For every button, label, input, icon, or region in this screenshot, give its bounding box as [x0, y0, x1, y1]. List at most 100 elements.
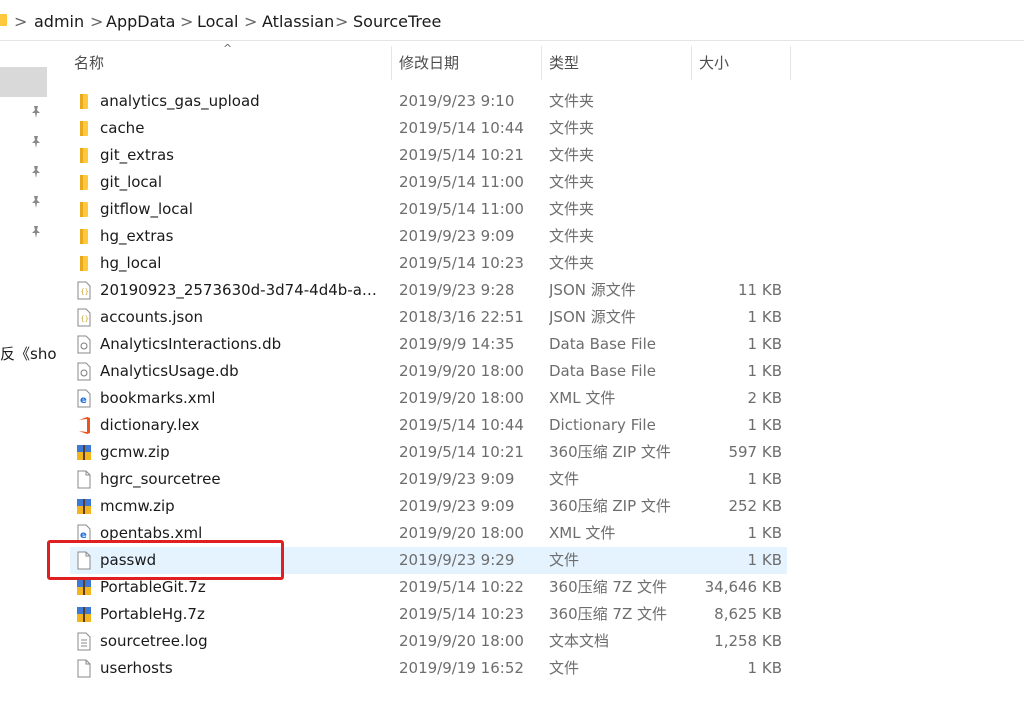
file-row[interactable]: userhosts 2019/9/19 16:52 文件 1 KB — [70, 655, 787, 682]
file-row[interactable]: analytics_gas_upload 2019/9/23 9:10 文件夹 — [70, 88, 787, 115]
pin-icon[interactable] — [30, 105, 42, 119]
file-row[interactable]: cache 2019/5/14 10:44 文件夹 — [70, 115, 787, 142]
breadcrumb-atlassian[interactable]: Atlassian — [262, 12, 334, 31]
file-row[interactable]: dictionary.lex 2019/5/14 10:44 Dictionary … — [70, 412, 787, 439]
pin-icon[interactable] — [30, 135, 42, 149]
file-type: JSON 源文件 — [549, 308, 636, 326]
file-name[interactable]: PortableHg.7z — [100, 601, 385, 628]
file-size — [691, 223, 782, 250]
folder-icon — [0, 14, 7, 26]
file-row[interactable]: {} accounts.json 2018/3/16 22:51 JSON 源文件 1 … — [70, 304, 787, 331]
file-type: 360压缩 7Z 文件 — [549, 578, 667, 596]
breadcrumb-admin[interactable]: admin — [34, 12, 84, 31]
breadcrumb-appdata[interactable]: AppData — [106, 12, 175, 31]
column-header-type[interactable]: 类型 — [549, 46, 579, 80]
file-row[interactable]: hgrc_sourcetree 2019/9/23 9:09 文件 1 KB — [70, 466, 787, 493]
breadcrumb-sourcetree[interactable]: SourceTree — [353, 12, 441, 31]
file-size: 11 KB — [738, 281, 782, 299]
file-row[interactable]: git_extras 2019/5/14 10:21 文件夹 — [70, 142, 787, 169]
breadcrumb-local[interactable]: Local — [197, 12, 238, 31]
file-date: 2019/5/14 10:23 — [399, 605, 524, 623]
file-row[interactable]: PortableHg.7z 2019/5/14 10:23 360压缩 7Z 文件 8… — [70, 601, 787, 628]
sort-ascending-icon: ^ — [223, 42, 233, 55]
file-row[interactable]: AnalyticsUsage.db 2019/9/20 18:00 Data Bas… — [70, 358, 787, 385]
file-type: 文件 — [549, 659, 580, 677]
file-name[interactable]: git_extras — [100, 142, 385, 169]
file-name[interactable]: sourcetree.log — [100, 628, 385, 655]
column-divider[interactable] — [391, 46, 392, 80]
column-header-size[interactable]: 大小 — [699, 46, 729, 80]
file-row[interactable]: git_local 2019/5/14 11:00 文件夹 — [70, 169, 787, 196]
file-row[interactable]: {} 20190923_2573630d-3d74-4d4b-a8... 2019/… — [70, 277, 787, 304]
file-name[interactable]: hgrc_sourcetree — [100, 466, 385, 493]
file-name[interactable]: accounts.json — [100, 304, 385, 331]
file-row[interactable]: AnalyticsInteractions.db 2019/9/9 14:35 Da… — [70, 331, 787, 358]
file-date: 2019/9/20 18:00 — [399, 524, 524, 542]
column-divider[interactable] — [541, 46, 542, 80]
file-name[interactable]: AnalyticsInteractions.db — [100, 331, 385, 358]
file-size: 1 KB — [747, 659, 782, 677]
folder-icon — [76, 254, 92, 273]
file-type: Data Base File — [549, 362, 656, 380]
column-header-name[interactable]: 名称 — [74, 46, 104, 80]
file-name[interactable]: AnalyticsUsage.db — [100, 358, 385, 385]
archive-icon — [76, 443, 92, 462]
file-size: 8,625 KB — [714, 605, 782, 623]
nav-item-selected[interactable] — [0, 67, 47, 97]
file-size: 1 KB — [747, 308, 782, 326]
file-date: 2019/9/23 9:28 — [399, 281, 515, 299]
file-date: 2019/9/23 9:29 — [399, 551, 515, 569]
file-row[interactable]: gitflow_local 2019/5/14 11:00 文件夹 — [70, 196, 787, 223]
file-row[interactable]: hg_local 2019/5/14 10:23 文件夹 — [70, 250, 787, 277]
file-row[interactable]: hg_extras 2019/9/23 9:09 文件夹 — [70, 223, 787, 250]
file-type: 360压缩 ZIP 文件 — [549, 497, 671, 515]
file-row[interactable]: mcmw.zip 2019/9/23 9:09 360压缩 ZIP 文件 252 KB — [70, 493, 787, 520]
json-file-icon: {} — [76, 308, 92, 327]
file-size — [691, 88, 782, 115]
file-size — [691, 250, 782, 277]
file-name[interactable]: bookmarks.xml — [100, 385, 385, 412]
file-name[interactable]: cache — [100, 115, 385, 142]
folder-icon — [76, 146, 92, 165]
file-name[interactable]: gitflow_local — [100, 196, 385, 223]
file-date: 2019/5/14 10:22 — [399, 578, 524, 596]
chevron-right-icon[interactable]: > — [180, 12, 193, 31]
file-type: 文件夹 — [549, 254, 595, 272]
pin-icon[interactable] — [30, 165, 42, 179]
column-divider[interactable] — [790, 46, 791, 80]
file-type: XML 文件 — [549, 524, 616, 542]
file-date: 2019/9/23 9:09 — [399, 497, 515, 515]
file-name[interactable]: userhosts — [100, 655, 385, 682]
file-date: 2019/5/14 11:00 — [399, 173, 524, 191]
file-size: 2 KB — [747, 389, 782, 407]
pin-icon[interactable] — [30, 225, 42, 239]
file-name[interactable]: hg_extras — [100, 223, 385, 250]
column-divider[interactable] — [691, 46, 692, 80]
db-file-icon — [76, 362, 92, 381]
file-size: 34,646 KB — [704, 578, 782, 596]
file-size — [691, 142, 782, 169]
folder-icon — [76, 173, 92, 192]
chevron-right-icon[interactable]: > — [90, 12, 103, 31]
column-header-date[interactable]: 修改日期 — [399, 46, 459, 80]
file-row[interactable]: e bookmarks.xml 2019/9/20 18:00 XML 文件 2 KB — [70, 385, 787, 412]
nav-item-partial[interactable]: 反《sho — [0, 343, 57, 364]
blank-file-icon — [76, 470, 92, 489]
file-name[interactable]: analytics_gas_upload — [100, 88, 385, 115]
file-row[interactable]: gcmw.zip 2019/5/14 10:21 360压缩 ZIP 文件 597 K… — [70, 439, 787, 466]
file-row[interactable]: sourcetree.log 2019/9/20 18:00 文本文档 1,258 K… — [70, 628, 787, 655]
svg-text:e: e — [80, 395, 87, 406]
address-bar[interactable]: > admin > AppData > Local > Atlassian > … — [0, 0, 1024, 41]
file-name[interactable]: git_local — [100, 169, 385, 196]
file-name[interactable]: dictionary.lex — [100, 412, 385, 439]
pin-icon[interactable] — [30, 195, 42, 209]
file-type: JSON 源文件 — [549, 281, 636, 299]
file-type: 文本文档 — [549, 632, 610, 650]
file-name[interactable]: mcmw.zip — [100, 493, 385, 520]
chevron-right-icon[interactable]: > — [335, 12, 348, 31]
file-name[interactable]: hg_local — [100, 250, 385, 277]
file-date: 2019/9/20 18:00 — [399, 632, 524, 650]
file-name[interactable]: gcmw.zip — [100, 439, 385, 466]
file-name[interactable]: 20190923_2573630d-3d74-4d4b-a8... — [100, 277, 385, 304]
chevron-right-icon[interactable]: > — [244, 12, 257, 31]
